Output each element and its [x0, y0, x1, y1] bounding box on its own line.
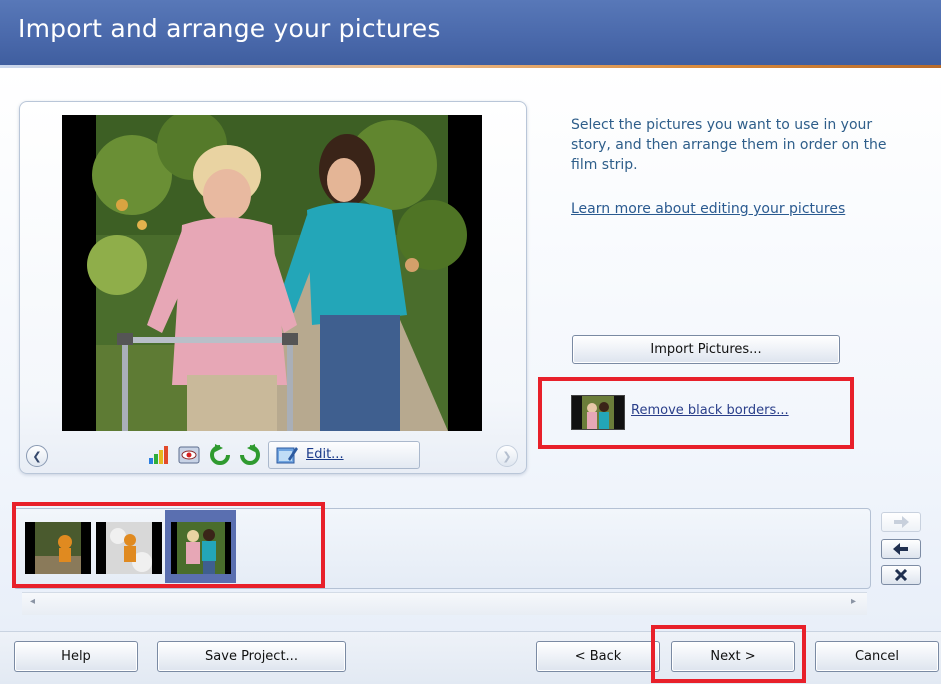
back-button[interactable]: < Back [536, 641, 660, 672]
scroll-right-arrow-icon[interactable]: ▸ [851, 596, 856, 607]
chevron-right-circle-icon[interactable]: ❯ [496, 445, 518, 467]
rotate-left-icon[interactable] [207, 443, 233, 467]
photo-two-women-walker [62, 115, 482, 431]
rotate-right-icon[interactable] [237, 443, 263, 467]
delete-x-icon[interactable] [881, 565, 921, 585]
highlight-box-remove-borders [538, 377, 854, 449]
import-pictures-button[interactable]: Import Pictures... [572, 335, 840, 364]
title-bar: Import and arrange your pictures [0, 0, 941, 68]
highlight-box-next [651, 625, 806, 683]
chevron-left-circle-icon[interactable]: ❮ [26, 445, 48, 467]
learn-more-link[interactable]: Learn more about editing your pictures [571, 201, 845, 217]
move-right-arrow-icon[interactable] [881, 512, 921, 532]
color-levels-icon[interactable] [145, 443, 171, 467]
cancel-button[interactable]: Cancel [815, 641, 939, 672]
help-button[interactable]: Help [14, 641, 138, 672]
save-project-button[interactable]: Save Project... [157, 641, 346, 672]
photo-preview [62, 115, 482, 431]
edit-link[interactable]: Edit... [306, 447, 344, 462]
page-title: Import and arrange your pictures [18, 14, 441, 43]
edit-picture-icon [274, 443, 300, 467]
highlight-box-filmstrip [12, 502, 325, 588]
filmstrip-scrollbar[interactable] [22, 592, 867, 615]
scroll-left-arrow-icon[interactable]: ◂ [30, 596, 35, 607]
instructions-text: Select the pictures you want to use in y… [571, 117, 887, 173]
red-eye-icon[interactable] [176, 443, 202, 467]
move-left-arrow-icon[interactable] [881, 539, 921, 559]
